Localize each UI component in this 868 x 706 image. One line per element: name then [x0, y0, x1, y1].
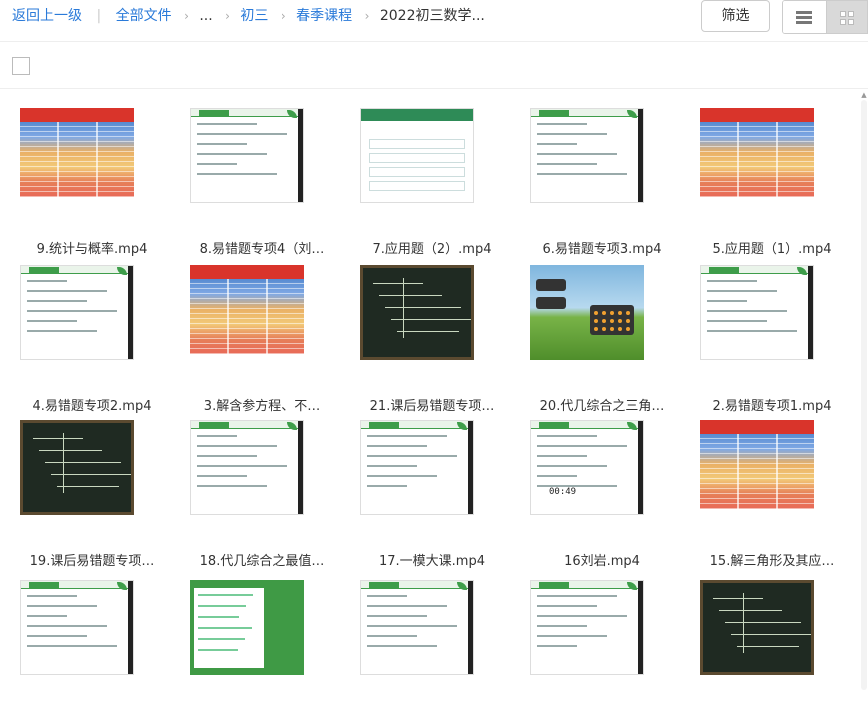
file-tile[interactable]: 11.函数与方程不等…	[527, 580, 677, 706]
file-tile[interactable]: 9.统计与概率.mp4	[17, 108, 167, 258]
filter-button[interactable]: 筛选	[701, 0, 770, 32]
video-thumbnail[interactable]: 00:49	[530, 420, 644, 515]
file-tile[interactable]: 10.易错题专项5（…	[697, 580, 847, 706]
file-tile[interactable]: 19.课后易错题专项…	[17, 420, 167, 570]
video-thumbnail[interactable]	[190, 580, 304, 675]
file-tile[interactable]: 4.易错题专项2.mp4	[17, 265, 167, 415]
view-toggle	[782, 0, 868, 34]
chevron-right-icon: ›	[225, 9, 230, 23]
file-tile[interactable]: 18.代几综合之最值…	[187, 420, 337, 570]
scrollbar[interactable]	[860, 90, 868, 706]
video-thumbnail[interactable]	[190, 108, 304, 203]
chevron-right-icon: ›	[364, 9, 370, 23]
video-thumbnail[interactable]	[700, 108, 814, 203]
list-view-button[interactable]	[783, 1, 825, 33]
file-name[interactable]: 21.课后易错题专项…	[352, 395, 512, 414]
file-name[interactable]: 8.易错题专项4（刘…	[182, 238, 342, 257]
file-tile[interactable]: 8.易错题专项4（刘…	[187, 108, 337, 258]
file-tile[interactable]: 15.解三角形及其应…	[697, 420, 847, 570]
scroll-up-icon[interactable]: ▲	[860, 90, 868, 100]
video-thumbnail[interactable]	[700, 420, 814, 515]
video-thumbnail[interactable]	[700, 265, 814, 360]
video-thumbnail[interactable]	[700, 580, 814, 675]
file-name[interactable]: 16刘岩.mp4	[522, 550, 682, 569]
grid-view-icon	[840, 11, 855, 26]
select-bar	[0, 43, 868, 89]
file-tile[interactable]: 21.课后易错题专项…	[357, 265, 507, 415]
file-tile[interactable]: 17.一模大课.mp4	[357, 420, 507, 570]
breadcrumb-current: 2022初三数学...	[379, 8, 485, 24]
file-name[interactable]: 9.统计与概率.mp4	[12, 238, 172, 257]
video-thumbnail[interactable]	[20, 265, 134, 360]
file-tile[interactable]: 3.解含参方程、不…	[187, 265, 337, 415]
file-name[interactable]: 17.一模大课.mp4	[352, 550, 512, 569]
file-tile[interactable]: 7.应用题（2）.mp4	[357, 108, 507, 258]
video-thumbnail[interactable]	[360, 420, 474, 515]
file-grid: 9.统计与概率.mp4 8.易错题专项4（刘… 7.应用题（2）.mp4 6.易错题专…	[0, 90, 868, 706]
list-view-icon	[796, 11, 812, 25]
file-name[interactable]: 4.易错题专项2.mp4	[12, 395, 172, 414]
breadcrumb-grade[interactable]: 初三	[240, 7, 268, 25]
back-link[interactable]: 返回上一级	[12, 7, 82, 25]
video-thumbnail[interactable]	[190, 265, 304, 360]
file-tile[interactable]: 00:49 16刘岩.mp4	[527, 420, 677, 570]
video-thumbnail[interactable]	[20, 108, 134, 203]
file-name[interactable]: 15.解三角形及其应…	[692, 550, 852, 569]
breadcrumb-course[interactable]: 春季课程	[296, 7, 352, 25]
video-thumbnail[interactable]	[360, 265, 474, 360]
file-name[interactable]: 3.解含参方程、不…	[182, 395, 342, 414]
video-thumbnail[interactable]	[20, 420, 134, 515]
select-all-checkbox[interactable]	[12, 57, 30, 75]
video-time-overlay: 00:49	[549, 487, 577, 497]
file-tile[interactable]: 13.一次函数与反比…	[187, 580, 337, 706]
video-thumbnail[interactable]	[530, 108, 644, 203]
file-tile[interactable]: 2.易错题专项1.mp4	[697, 265, 847, 415]
file-tile[interactable]: 12.易错题专项6.mp4	[357, 580, 507, 706]
file-tile[interactable]: 6.易错题专项3.mp4	[527, 108, 677, 258]
video-thumbnail[interactable]	[530, 265, 644, 360]
video-thumbnail[interactable]	[360, 108, 474, 203]
video-thumbnail[interactable]	[530, 580, 644, 675]
file-name[interactable]: 19.课后易错题专项…	[12, 550, 172, 569]
breadcrumb-all-files[interactable]: 全部文件	[116, 7, 172, 25]
file-tile[interactable]: 5.应用题（1）.mp4	[697, 108, 847, 258]
top-toolbar: 返回上一级 | 全部文件 › ... › 初三 › 春季课程 › 2022初三数…	[0, 0, 868, 42]
file-name[interactable]: 6.易错题专项3.mp4	[522, 238, 682, 257]
file-tile[interactable]: 20.代几综合之三角…	[527, 265, 677, 415]
file-name[interactable]: 5.应用题（1）.mp4	[692, 238, 852, 257]
breadcrumb-ellipsis[interactable]: ...	[199, 7, 212, 25]
video-thumbnail[interactable]	[360, 580, 474, 675]
scrollbar-thumb[interactable]	[861, 100, 867, 690]
file-name[interactable]: 7.应用题（2）.mp4	[352, 238, 512, 257]
video-thumbnail[interactable]	[190, 420, 304, 515]
video-thumbnail[interactable]	[20, 580, 134, 675]
chevron-right-icon: ›	[184, 9, 189, 23]
file-name[interactable]: 20.代几综合之三角…	[522, 395, 682, 414]
file-name[interactable]: 2.易错题专项1.mp4	[692, 395, 852, 414]
file-tile[interactable]: 14.易错题专项7.mp4	[17, 580, 167, 706]
divider: |	[96, 8, 102, 24]
grid-view-button[interactable]	[826, 1, 867, 33]
breadcrumb: 返回上一级 | 全部文件 › ... › 初三 › 春季课程 › 2022初三数…	[12, 7, 485, 25]
chevron-right-icon: ›	[280, 9, 286, 23]
file-name[interactable]: 18.代几综合之最值…	[182, 550, 342, 569]
